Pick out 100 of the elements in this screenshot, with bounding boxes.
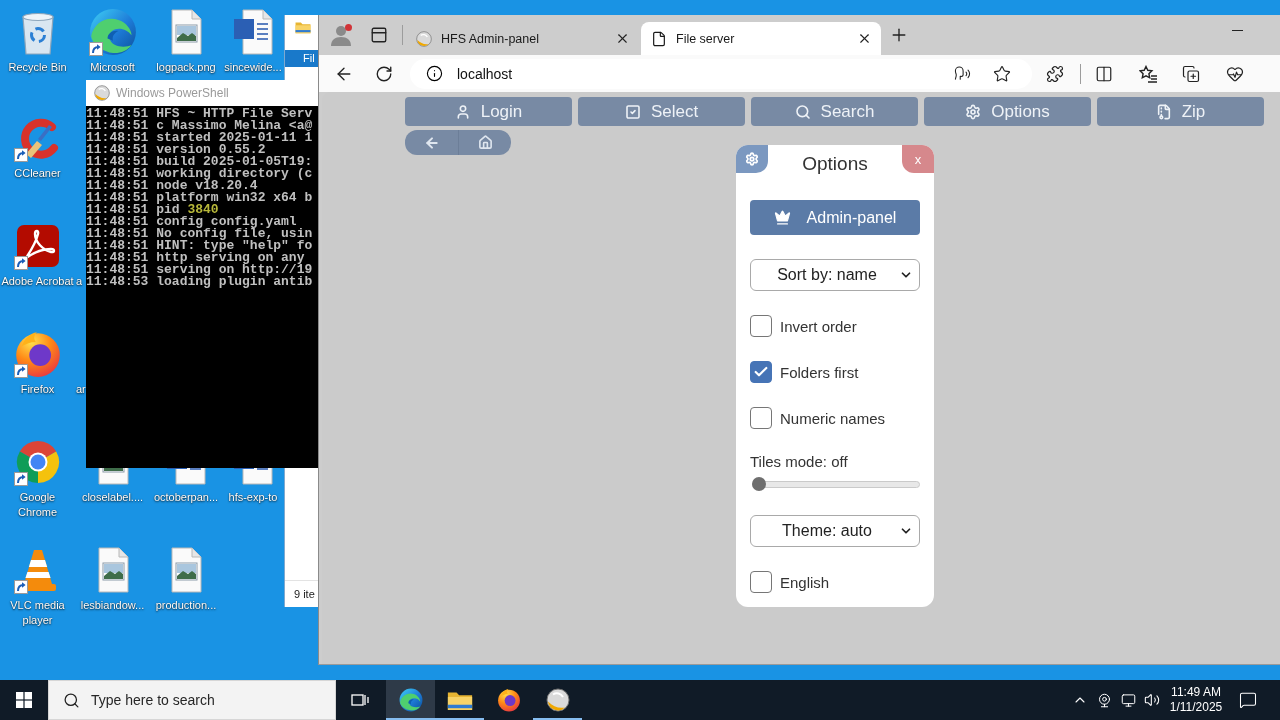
slider-label: Tiles mode: off [750,453,849,471]
monitor-icon [1120,692,1136,708]
checkbox-label[interactable]: Invert order [780,317,857,335]
info-icon [426,65,443,82]
panel-icon [370,26,388,44]
folder-icon [295,21,311,34]
firefox-icon[interactable] [13,330,62,378]
icon-label[interactable]: Recycle Bin [8,60,67,75]
search-box[interactable]: Type here to search [48,680,336,720]
clock-time[interactable]: 11:49 AM [1171,685,1221,700]
search-input[interactable]: Type here to search [91,692,335,708]
console-line: 11:48:53 loading plugin antib [86,276,313,288]
minimize-icon [1231,29,1243,31]
console-line: 11:48:51 config config.yaml [86,216,297,228]
icon-label[interactable]: CCleaner [14,166,61,181]
console-line: 11:48:51 node v18.20.4 [86,180,258,192]
select-field[interactable]: Theme: auto [750,515,920,547]
icon-label[interactable]: sincewide... [224,60,282,75]
console-line: 11:48:51 c Massimo Melina <a@ [86,120,313,132]
firefox-icon [496,688,521,712]
slider-thumb[interactable] [752,477,766,491]
icon-label[interactable]: logpack.png [156,60,216,75]
ribbon-tab[interactable]: Fil [285,50,318,67]
icon-label[interactable]: ar [76,382,86,397]
console-line: 11:48:51 version 0.55.2 [86,144,266,156]
console-line: 11:48:51 started 2025-01-11 1 [86,132,313,144]
refresh-icon [375,64,393,83]
chrome-icon[interactable] [13,438,62,486]
collections-icon [1182,64,1200,83]
checkbox-label[interactable]: Numeric names [780,409,886,427]
heart-pulse-icon [1226,64,1244,83]
console-line: 11:48:51 http serving on any [86,252,305,264]
window-title: Windows PowerShell [116,86,229,100]
clock-date[interactable]: 1/11/2025 [1169,700,1223,715]
url-field[interactable]: localhost [457,65,948,82]
icon-label[interactable]: production... [155,598,217,613]
console-line: 11:48:51 platform win32 x64 b [86,192,313,204]
search-icon [794,103,811,120]
house-icon [477,135,493,150]
icon-label[interactable]: octoberpan... [153,490,219,505]
split-screen-icon [1095,64,1113,83]
close-button[interactable]: x [902,145,934,173]
console-line: 11:48:51 HFS ~ HTTP File Serv [86,108,313,120]
windows-logo-icon [16,692,32,708]
gear-icon [965,103,982,120]
console-line: 11:48:51 HINT: type "help" fo [86,240,313,252]
icon-label[interactable]: Firefox [20,382,55,397]
webcam-icon [1096,692,1112,708]
console-line: 11:48:51 serving on http://19 [86,264,313,276]
arrow-left-icon [423,134,440,151]
toolbar-button[interactable]: Search [751,97,918,126]
star-list-icon [1138,64,1158,83]
icon-label[interactable]: lesbiandow... [80,598,145,613]
console-line: 11:48:51 pid 3840 [86,204,219,216]
crown-icon [773,209,791,226]
icon-label[interactable]: Microsoft [90,60,135,75]
home-button[interactable] [458,130,511,155]
icon-label[interactable]: VLC media player [0,598,75,628]
task-view-icon [351,692,369,708]
browser-tab[interactable]: HFS Admin-panel [406,22,639,55]
edge-icon [398,688,423,712]
checkbox-label[interactable]: Folders first [780,363,859,381]
console-line: 11:48:51 build 2025-01-05T19: [86,156,313,168]
icon-label[interactable]: hfs-exp-to [228,490,278,505]
console-line: 11:48:51 No config file, usin [86,228,313,240]
star-icon [993,64,1011,83]
browser-tab[interactable]: File server [641,22,881,55]
taskbar-app-button[interactable] [386,680,435,720]
puzzle-icon [1046,64,1064,83]
hfs-icon [416,30,432,47]
archive-file-icon [1155,103,1172,120]
select-field[interactable]: Sort by: name [750,259,920,291]
icon-label[interactable]: closelabel.... [81,490,144,505]
speaker-icon [1144,692,1160,708]
edge-icon[interactable] [88,8,137,56]
address-bar[interactable]: localhost [410,58,1032,89]
icon-label[interactable]: Adobe Acrobat [1,274,74,289]
hfs-icon [545,688,570,712]
toolbar-button[interactable]: Select [578,97,745,126]
checkbox-icon [624,103,641,120]
slider-track[interactable] [752,477,920,491]
message-icon [1239,691,1257,709]
toolbar-button[interactable]: Login [405,97,572,126]
acrobat-icon[interactable] [13,222,62,270]
page-icon [651,30,667,47]
checkbox-label[interactable]: English [780,573,830,591]
speech-icon [953,65,971,82]
hfs-icon [94,85,110,101]
search-icon [63,691,80,709]
checkbox[interactable] [750,407,772,429]
checkbox[interactable] [750,361,772,383]
toolbar-button[interactable]: Zip [1097,97,1264,126]
dialog-title: Options [801,152,869,175]
checkbox[interactable] [750,315,772,337]
icon-label[interactable]: Google Chrome [0,490,75,520]
checkbox[interactable] [750,571,772,593]
toolbar-button[interactable]: Options [924,97,1091,126]
admin-panel-button[interactable]: Admin-panel [750,200,920,235]
icon-label[interactable]: a [76,274,83,289]
person-icon [330,24,352,46]
